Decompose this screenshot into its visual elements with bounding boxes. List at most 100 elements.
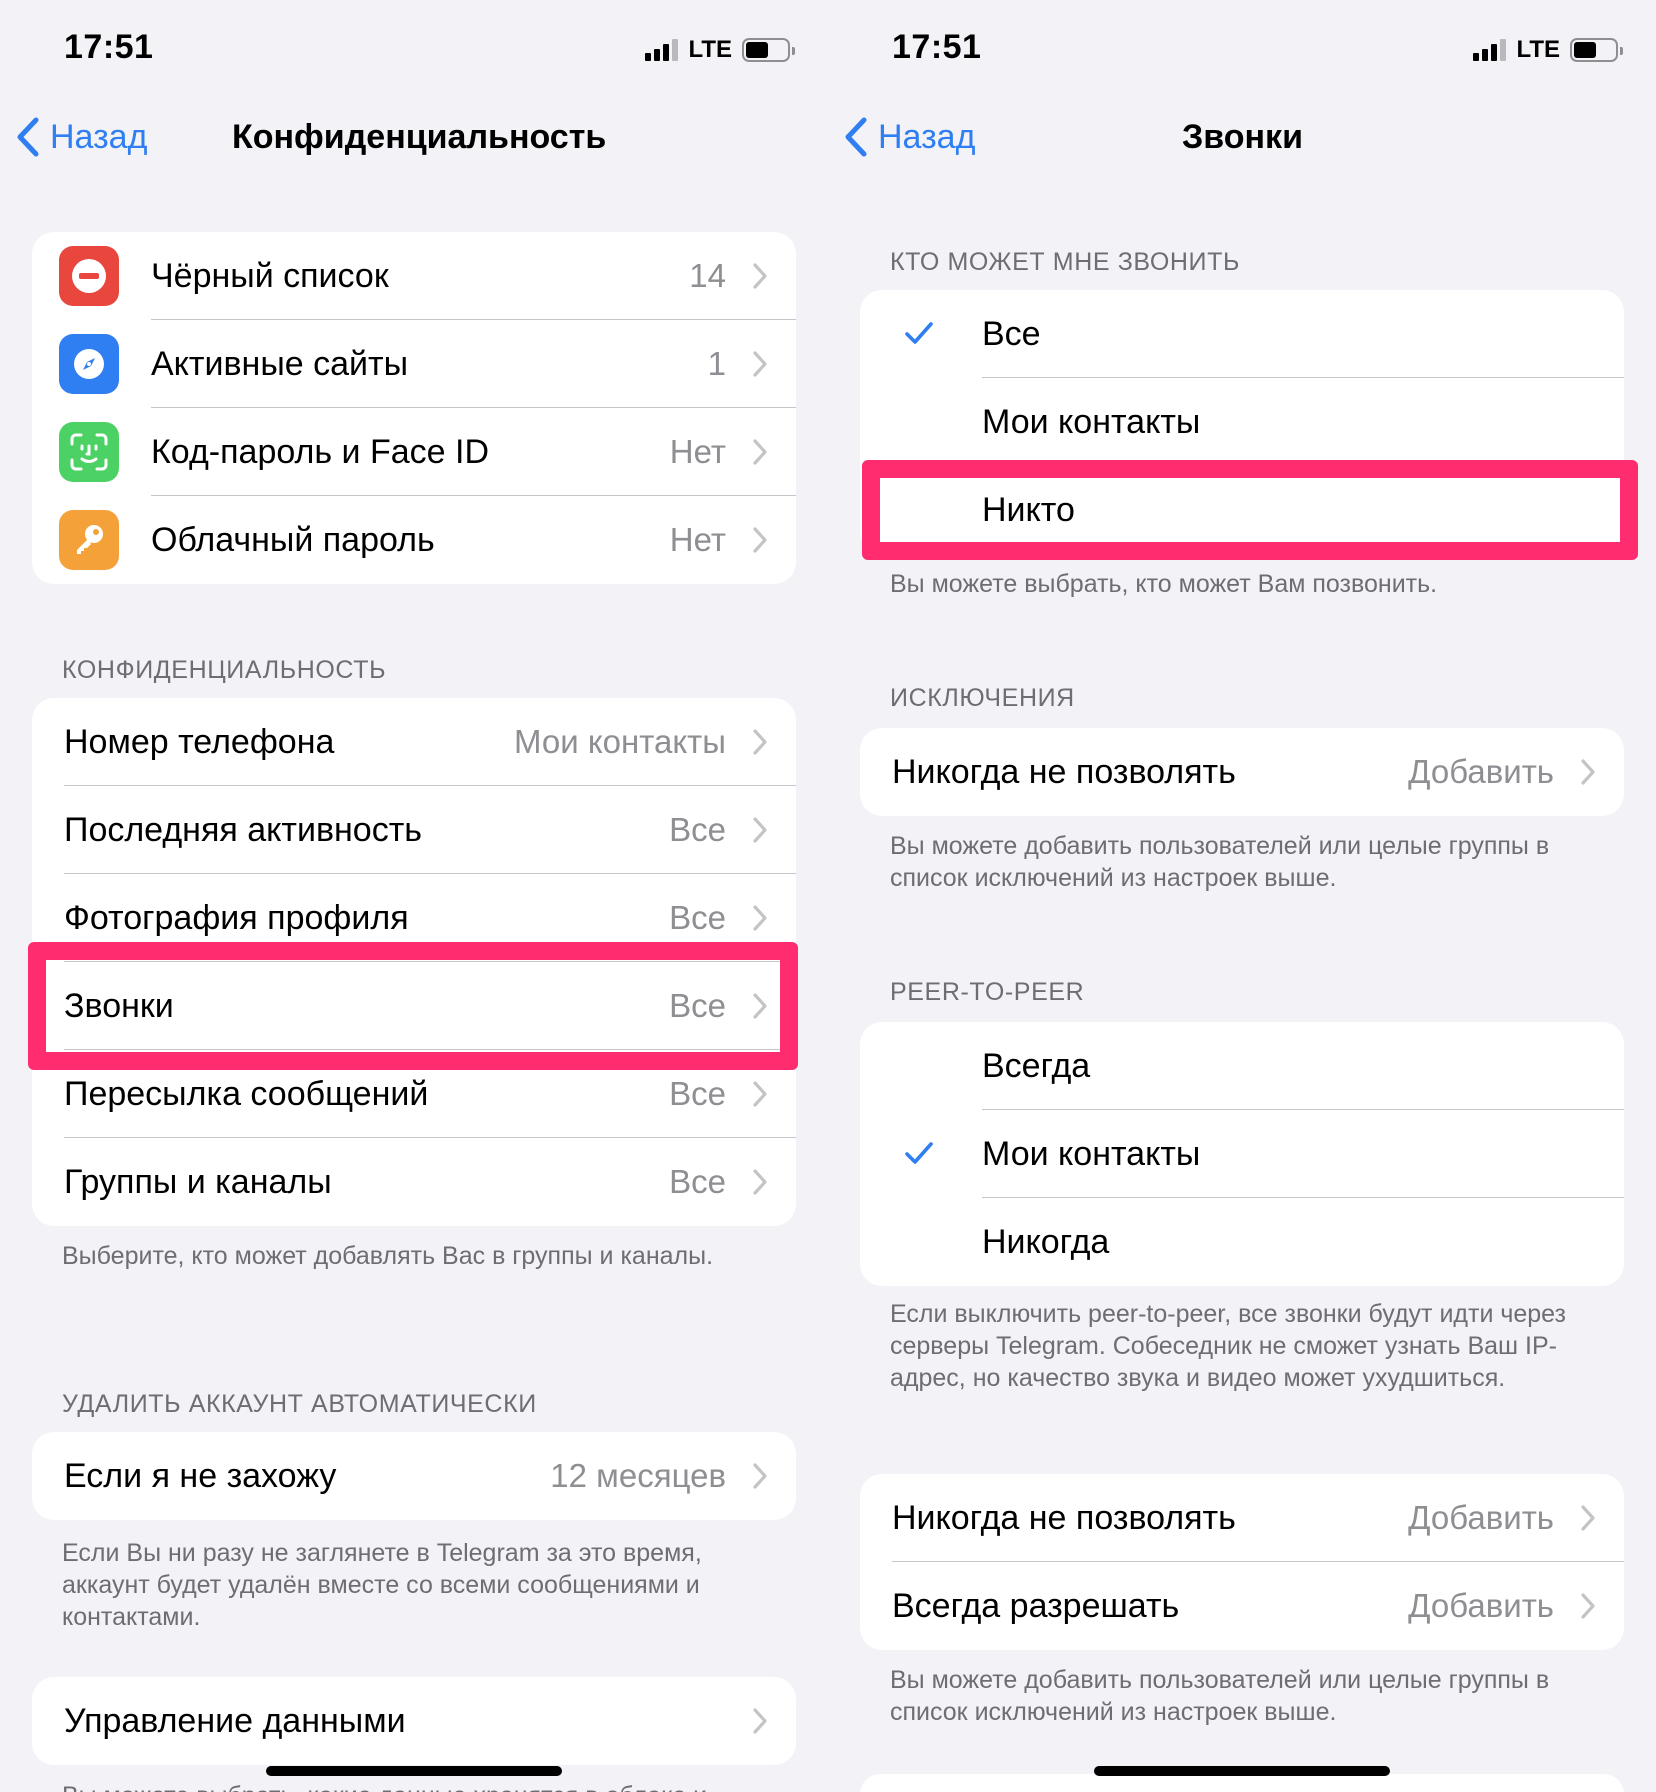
status-bar: 17:51 LTE xyxy=(0,0,828,100)
never-allow-row[interactable]: Никогда не позволять Добавить xyxy=(860,728,1624,816)
row-value: Нет xyxy=(669,521,726,558)
row-label: Никогда не позволять xyxy=(892,752,1236,791)
groups-channels-row[interactable]: Группы и каналы Все xyxy=(32,1138,796,1226)
network-label: LTE xyxy=(1516,36,1560,63)
status-indicators: LTE xyxy=(1473,36,1623,64)
chevron-right-icon xyxy=(753,817,767,843)
home-indicator[interactable] xyxy=(266,1766,562,1776)
chevron-right-icon xyxy=(753,993,767,1019)
p2p-option-my-contacts[interactable]: Мои контакты xyxy=(860,1110,1624,1198)
row-value: 1 xyxy=(707,345,726,382)
row-value: Все xyxy=(669,987,726,1024)
blocked-icon xyxy=(59,246,119,306)
row-value: Все xyxy=(669,811,726,848)
checkmark-icon xyxy=(905,1142,933,1164)
peer-to-peer-header: PEER-TO-PEER xyxy=(890,978,1085,1006)
home-indicator[interactable] xyxy=(1094,1766,1390,1776)
compass-icon xyxy=(59,334,119,394)
who-can-call-header: КТО МОЖЕТ МНЕ ЗВОНИТЬ xyxy=(890,248,1240,276)
p2p-option-never[interactable]: Никогда xyxy=(860,1198,1624,1286)
p2p-exceptions-group: Никогда не позволять Добавить Всегда раз… xyxy=(860,1474,1624,1650)
row-value: Добавить xyxy=(1408,1499,1554,1536)
passcode-face-id-row[interactable]: Код-пароль и Face ID Нет xyxy=(32,408,796,496)
row-value: Все xyxy=(669,899,726,936)
option-label: Всегда xyxy=(982,1046,1091,1085)
security-group: Чёрный список 14 Активные сайты 1 Код-па… xyxy=(32,232,796,584)
calls-row[interactable]: Звонки Все xyxy=(32,962,796,1050)
chevron-right-icon xyxy=(753,527,767,553)
row-label: Чёрный список xyxy=(151,256,389,295)
chevron-right-icon xyxy=(753,905,767,931)
profile-photo-row[interactable]: Фотография профиля Все xyxy=(32,874,796,962)
calls-screen: 17:51 LTE Назад Звонки КТО МОЖЕТ МНЕ ЗВО… xyxy=(828,0,1656,1792)
phone-number-row[interactable]: Номер телефона Мои контакты xyxy=(32,698,796,786)
exceptions-group: Никогда не позволять Добавить xyxy=(860,728,1624,816)
option-my-contacts[interactable]: Мои контакты xyxy=(860,378,1624,466)
row-value: Все xyxy=(669,1163,726,1200)
row-value: Мои контакты xyxy=(514,723,726,760)
data-settings-footer: Вы можете выбрать, какие данные хранятся… xyxy=(62,1780,788,1792)
row-label: Номер телефона xyxy=(64,722,335,761)
chevron-right-icon xyxy=(753,1081,767,1107)
row-label: Код-пароль и Face ID xyxy=(151,432,489,471)
chevron-left-icon xyxy=(17,117,39,157)
chevron-right-icon xyxy=(753,1708,767,1734)
signal-icon xyxy=(1473,39,1507,61)
peer-to-peer-footer: Если выключить peer-to-peer, все звонки … xyxy=(890,1300,1567,1392)
page-title: Конфиденциальность xyxy=(232,118,607,156)
option-nobody[interactable]: Никто xyxy=(860,466,1624,554)
row-value: 14 xyxy=(689,257,726,294)
row-value: 12 месяцев xyxy=(550,1457,726,1494)
navigation-bar: Назад Конфиденциальность xyxy=(0,100,828,180)
active-sites-row[interactable]: Активные сайты 1 xyxy=(32,320,796,408)
if-away-row[interactable]: Если я не захожу 12 месяцев xyxy=(32,1432,796,1520)
p2p-never-allow-row[interactable]: Никогда не позволять Добавить xyxy=(860,1474,1624,1562)
checkmark-icon xyxy=(905,322,933,344)
last-seen-row[interactable]: Последняя активность Все xyxy=(32,786,796,874)
back-button[interactable]: Назад xyxy=(14,116,147,158)
row-label: Последняя активность xyxy=(64,810,422,849)
chevron-left-icon xyxy=(845,117,867,157)
back-label: Назад xyxy=(50,117,148,156)
peer-to-peer-group: Всегда Мои контакты Никогда xyxy=(860,1022,1624,1286)
who-can-call-group: Все Мои контакты Никто xyxy=(860,290,1624,554)
row-label: Если я не захожу xyxy=(64,1456,337,1495)
option-everybody[interactable]: Все xyxy=(860,290,1624,378)
privacy-section-header: КОНФИДЕНЦИАЛЬНОСТЬ xyxy=(62,656,387,684)
page-title: Звонки xyxy=(1182,118,1303,156)
chevron-right-icon xyxy=(1581,759,1595,785)
chevron-right-icon xyxy=(753,439,767,465)
option-label: Никогда xyxy=(982,1222,1110,1261)
delete-account-footer: Если Вы ни разу не заглянете в Telegram … xyxy=(62,1539,702,1631)
forwarded-messages-row[interactable]: Пересылка сообщений Все xyxy=(32,1050,796,1138)
p2p-option-always[interactable]: Всегда xyxy=(860,1022,1624,1110)
row-label: Всегда разрешать xyxy=(892,1586,1180,1625)
navigation-bar: Назад Звонки xyxy=(828,100,1656,180)
chevron-right-icon xyxy=(753,1463,767,1489)
back-label: Назад xyxy=(878,117,976,156)
row-label: Пересылка сообщений xyxy=(64,1074,429,1113)
blocked-users-row[interactable]: Чёрный список 14 xyxy=(32,232,796,320)
exceptions-header: ИСКЛЮЧЕНИЯ xyxy=(890,684,1075,712)
row-label: Управление данными xyxy=(64,1701,406,1740)
battery-icon xyxy=(1570,38,1623,62)
p2p-always-allow-row[interactable]: Всегда разрешать Добавить xyxy=(860,1562,1624,1650)
back-button[interactable]: Назад xyxy=(842,116,975,158)
privacy-footer: Выберите, кто может добавлять Вас в груп… xyxy=(62,1242,714,1270)
battery-icon xyxy=(742,38,795,62)
chevron-right-icon xyxy=(753,263,767,289)
row-label: Активные сайты xyxy=(151,344,409,383)
row-value: Нет xyxy=(669,433,726,470)
status-bar: 17:51 LTE xyxy=(828,0,1656,100)
key-icon xyxy=(59,510,119,570)
data-settings-row[interactable]: Управление данными xyxy=(32,1677,796,1765)
exceptions-footer: Вы можете добавить пользователей или цел… xyxy=(890,832,1550,892)
status-indicators: LTE xyxy=(645,36,795,64)
row-label: Облачный пароль xyxy=(151,520,435,559)
row-label: Фотография профиля xyxy=(64,898,409,937)
row-value: Все xyxy=(669,1075,726,1112)
option-label: Мои контакты xyxy=(982,402,1201,441)
status-time: 17:51 xyxy=(892,28,982,66)
chevron-right-icon xyxy=(753,351,767,377)
cloud-password-row[interactable]: Облачный пароль Нет xyxy=(32,496,796,584)
